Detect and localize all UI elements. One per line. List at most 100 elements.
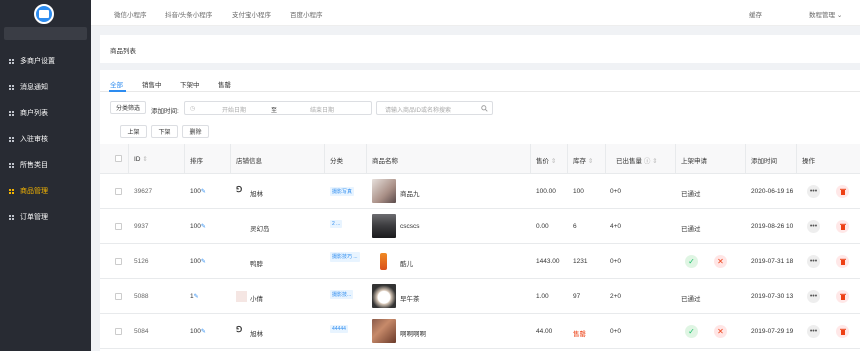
row-stock: 97	[573, 293, 581, 300]
product-thumbnail	[372, 249, 396, 273]
row-name: 酷儿	[400, 261, 413, 268]
row-apply-status: 已通过	[681, 226, 701, 233]
more-icon[interactable]: •••	[807, 185, 820, 198]
trash-icon[interactable]	[836, 220, 849, 233]
sidebar-item-products[interactable]: 商品管理	[0, 178, 91, 204]
sidebar-item-label: 订单管理	[20, 214, 48, 221]
more-icon[interactable]: •••	[807, 325, 820, 338]
row-checkbox[interactable]	[115, 258, 122, 265]
tab-all[interactable]: 全部	[110, 79, 123, 89]
col-id: ID ⇕	[134, 155, 148, 163]
trash-icon[interactable]	[836, 290, 849, 303]
top-bar: 微信小程序 抖音/头条小程序 支付宝小程序 百度小程序 缓存 数程管理 ⌄	[91, 0, 860, 26]
row-time: 2019-07-29 19	[751, 328, 794, 335]
sidebar-item-categories[interactable]: 所售类目	[0, 152, 91, 178]
row-time: 2019-07-30 13	[751, 293, 794, 300]
batch-down-button[interactable]: 下架	[151, 125, 178, 138]
edit-pencil-icon[interactable]: ✎	[201, 224, 206, 230]
sidebar-search[interactable]	[4, 27, 87, 40]
row-shop: 小倩	[250, 296, 263, 303]
sort-icon[interactable]: ⇕	[142, 156, 147, 163]
more-icon[interactable]: •••	[807, 220, 820, 233]
table-row: 5084 100✎ ⅁ 旭林 44444 啊啊啊啊 44.00 售罄 0+0 ✓…	[100, 314, 860, 349]
sidebar: 多商户设置 消息通知 商户列表 入驻审核 所售类目 商品管理 订单管理	[0, 0, 91, 351]
row-checkbox[interactable]	[115, 328, 122, 335]
top-tab-baidu[interactable]: 百度小程序	[290, 9, 323, 19]
table-row: 39627 100✎ ⅁ 旭林 摄影写真 商品九 100.00 100 0+0 …	[100, 174, 860, 209]
info-icon[interactable]: ⓘ	[644, 158, 651, 165]
category-filter-button[interactable]: 分类筛选	[110, 101, 146, 114]
reject-icon[interactable]: ✕	[714, 325, 727, 338]
table-row: 5088 1✎ 小倩 摄影技... 早午茶 1.00 97 2+0 已通过 20…	[100, 279, 860, 314]
tab-sold-out[interactable]: 售罄	[218, 79, 231, 89]
row-apply-status: 已通过	[681, 296, 701, 303]
row-sold: 0+0	[610, 328, 622, 335]
row-stock-soldout: 售罄	[573, 331, 586, 338]
row-checkbox[interactable]	[115, 223, 122, 230]
top-tab-wechat[interactable]: 微信小程序	[114, 9, 147, 19]
col-category: 分类	[330, 158, 343, 165]
product-table: ID ⇕ 排序 店铺信息 分类 商品名称 售价 ⇕ 库存 ⇕ 已出售量 ⓘ ⇕ …	[100, 144, 860, 351]
trash-icon[interactable]	[836, 325, 849, 338]
add-time-label: 添加时间:	[151, 108, 179, 115]
batch-up-button[interactable]: 上架	[120, 125, 147, 138]
sidebar-item-label: 商户列表	[20, 110, 48, 117]
user-menu[interactable]: 数程管理 ⌄	[809, 9, 842, 19]
grid-icon	[9, 188, 14, 194]
sidebar-item-onboarding-review[interactable]: 入驻审核	[0, 126, 91, 152]
logo	[34, 4, 54, 24]
row-name: cscscs	[400, 223, 420, 230]
select-all-checkbox[interactable]	[115, 155, 122, 162]
sidebar-item-orders[interactable]: 订单管理	[0, 204, 91, 230]
date-range-picker[interactable]: ◷ 开始日期 至 结束日期	[184, 101, 372, 115]
page-title: 商品列表	[110, 48, 136, 55]
status-tabs: 全部 销售中 下架中 售罄	[100, 70, 860, 92]
trash-icon[interactable]	[836, 255, 849, 268]
sidebar-item-label: 所售类目	[20, 162, 48, 169]
batch-delete-button[interactable]: 删除	[182, 125, 209, 138]
more-icon[interactable]: •••	[807, 255, 820, 268]
more-icon[interactable]: •••	[807, 290, 820, 303]
reject-icon[interactable]: ✕	[714, 255, 727, 268]
row-checkbox[interactable]	[115, 188, 122, 195]
search-icon[interactable]	[481, 105, 488, 112]
sort-icon[interactable]: ⇕	[588, 158, 593, 165]
category-tag: 摄影写真	[330, 187, 355, 196]
edit-pencil-icon[interactable]: ✎	[201, 189, 206, 195]
top-tab-douyin[interactable]: 抖音/头条小程序	[165, 9, 212, 19]
tab-on-sale[interactable]: 销售中	[142, 79, 162, 89]
chevron-down-icon: ⌄	[836, 12, 843, 19]
col-id-label: ID	[134, 156, 141, 163]
sort-icon[interactable]: ⇕	[551, 158, 556, 165]
top-tab-alipay[interactable]: 支付宝小程序	[232, 9, 271, 19]
edit-pencil-icon[interactable]: ✎	[201, 329, 206, 335]
row-checkbox[interactable]	[115, 293, 122, 300]
sidebar-item-merchant-settings[interactable]: 多商户设置	[0, 48, 91, 74]
edit-pencil-icon[interactable]: ✎	[201, 259, 206, 265]
start-date-input[interactable]: 开始日期	[222, 105, 246, 114]
row-sort: 100✎	[190, 258, 206, 265]
shop-logo	[236, 291, 247, 302]
category-tag: 2 ...	[330, 220, 343, 228]
end-date-input[interactable]: 结束日期	[310, 105, 334, 114]
col-time: 添加时间	[751, 158, 777, 165]
tab-off-shelf[interactable]: 下架中	[180, 79, 200, 89]
row-name: 啊啊啊啊	[400, 331, 426, 338]
col-sold-label: 已出售量	[616, 158, 642, 165]
product-thumbnail	[372, 214, 396, 238]
sort-icon[interactable]: ⇕	[652, 158, 657, 165]
edit-pencil-icon[interactable]: ✎	[194, 294, 199, 300]
trash-icon[interactable]	[836, 185, 849, 198]
sidebar-item-merchant-list[interactable]: 商户列表	[0, 100, 91, 126]
approve-icon[interactable]: ✓	[685, 255, 698, 268]
shop-logo: ⅁	[236, 185, 243, 194]
sidebar-item-notifications[interactable]: 消息通知	[0, 74, 91, 100]
row-price: 1443.00	[536, 258, 560, 265]
approve-icon[interactable]: ✓	[685, 325, 698, 338]
sidebar-item-label: 多商户设置	[20, 58, 55, 65]
table-row: 5126 100✎ 鸭脖 摄影技巧 ... 酷儿 1443.00 1231 0+…	[100, 244, 860, 279]
clock-icon: ◷	[190, 106, 196, 112]
breadcrumb: 商品列表	[100, 35, 860, 63]
cache-button[interactable]: 缓存	[749, 9, 762, 19]
search-input[interactable]: 请输入商品ID或名称搜索	[376, 101, 493, 115]
